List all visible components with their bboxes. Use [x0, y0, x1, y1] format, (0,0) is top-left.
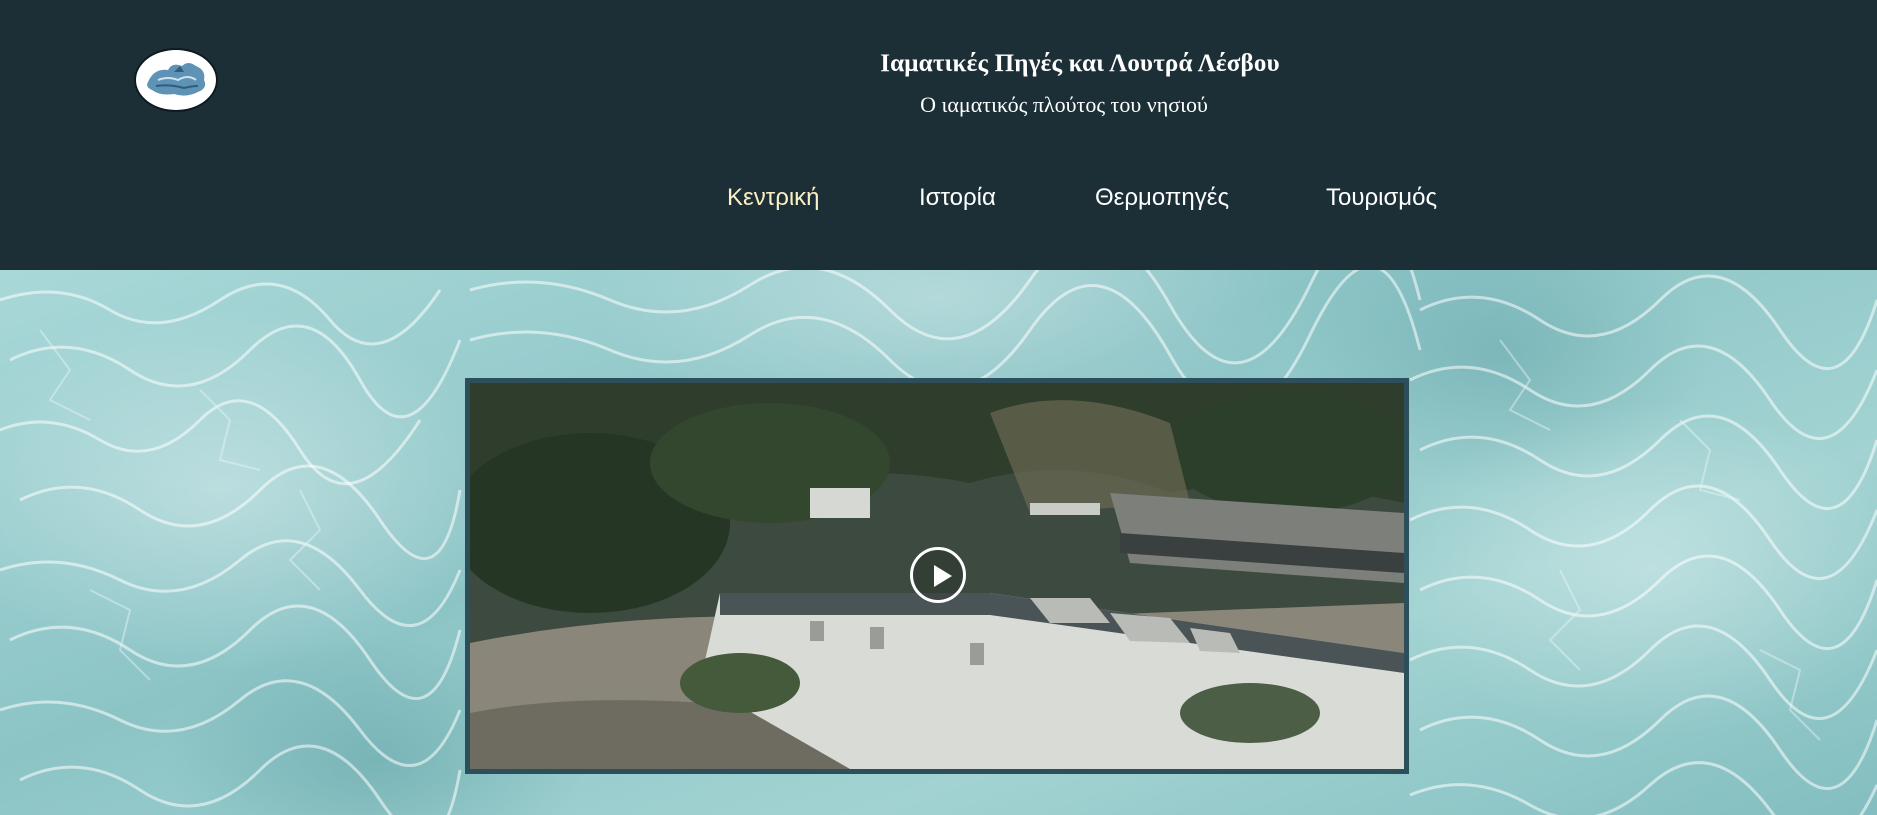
site-subtitle: Ο ιαματικός πλούτος του νησιού [920, 92, 1208, 117]
nav-item-hot-springs[interactable]: Θερμοπηγές [1095, 184, 1229, 212]
main-navigation: Κεντρική Ιστορία Θερμοπηγές Τουρισμός [0, 184, 1877, 218]
play-icon[interactable] [910, 547, 966, 603]
site-title: Ιαματικές Πηγές και Λουτρά Λέσβου [880, 50, 1280, 77]
nav-item-home[interactable]: Κεντρική [727, 184, 820, 212]
site-header: Ιαματικές Πηγές και Λουτρά Λέσβου Ο ιαμα… [0, 0, 1877, 270]
nav-item-tourism[interactable]: Τουρισμός [1326, 184, 1437, 212]
lesvos-island-logo-icon [137, 51, 215, 109]
water-background [0, 270, 1877, 815]
nav-item-history[interactable]: Ιστορία [919, 184, 996, 212]
site-logo[interactable] [134, 48, 218, 112]
video-player[interactable] [465, 378, 1409, 774]
